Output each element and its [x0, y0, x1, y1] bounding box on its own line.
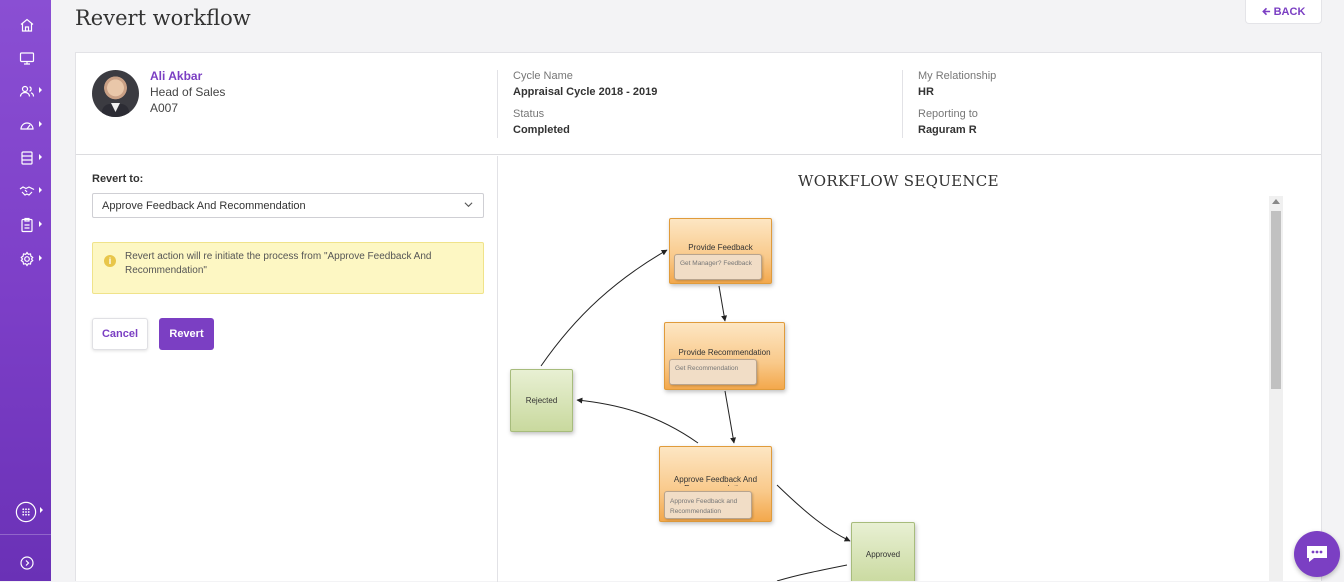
relationship-label: My Relationship: [918, 70, 997, 82]
avatar: [92, 70, 139, 117]
reporting-to-value: Raguram R: [918, 124, 977, 136]
revert-to-label: Revert to:: [92, 173, 144, 185]
dashboard-icon[interactable]: [14, 114, 42, 136]
home-icon[interactable]: [14, 14, 40, 36]
clipboard-icon[interactable]: [14, 214, 42, 236]
users-icon[interactable]: [14, 80, 42, 102]
node-subtask: Get Manager? Feedback: [674, 254, 762, 280]
divider: [497, 70, 498, 138]
document-stack-icon[interactable]: [14, 147, 42, 169]
monitor-icon[interactable]: [14, 47, 40, 69]
chevron-down-icon: [464, 202, 473, 208]
workflow-node-rejected[interactable]: Rejected: [510, 369, 573, 432]
page-title: Revert workflow: [75, 6, 251, 30]
revert-button[interactable]: Revert: [159, 318, 214, 350]
node-subtask: Approve Feedback and Recommendation: [664, 491, 752, 519]
node-title: Provide Recommendation: [678, 348, 771, 357]
cancel-button[interactable]: Cancel: [92, 318, 148, 350]
alert-text: Revert action will re initiate the proce…: [125, 251, 432, 276]
apps-grid-icon[interactable]: [13, 500, 43, 524]
employee-id: A007: [150, 101, 179, 115]
revert-warning-alert: i Revert action will re initiate the pro…: [92, 242, 484, 294]
employee-name[interactable]: Ali Akbar: [150, 69, 202, 83]
workflow-node-provide-feedback[interactable]: Provide Feedback Get Manager? Feedback: [669, 218, 772, 284]
workflow-node-approve-feedback[interactable]: Approve Feedback And Recommendation Appr…: [659, 446, 772, 522]
workflow-title: WORKFLOW SEQUENCE: [798, 172, 999, 190]
employee-info-row: Ali Akbar Head of Sales A007 Cycle Name …: [76, 53, 1321, 155]
cycle-name-label: Cycle Name: [513, 70, 573, 82]
node-subtask: Get Recommendation: [669, 359, 757, 385]
workflow-node-approved[interactable]: Approved: [851, 522, 915, 581]
workflow-node-provide-recommendation[interactable]: Provide Recommendation Get Recommendatio…: [664, 322, 785, 390]
expand-chevron-icon[interactable]: [14, 552, 40, 574]
arrow-left-icon: [1261, 7, 1270, 16]
workflow-scrollbar-thumb[interactable]: [1271, 211, 1281, 389]
workflow-diagram: Provide Feedback Get Manager? Feedback P…: [497, 194, 1282, 581]
status-value: Completed: [513, 124, 570, 136]
reporting-to-label: Reporting to: [918, 108, 978, 120]
chat-bubble-icon: [1307, 546, 1327, 562]
revert-to-selected-value: Approve Feedback And Recommendation: [102, 199, 306, 212]
status-label: Status: [513, 108, 545, 120]
divider: [902, 70, 903, 138]
node-title: Approve Feedback And Recommendation: [673, 475, 758, 486]
employee-role: Head of Sales: [150, 85, 226, 99]
node-title: Provide Feedback: [688, 243, 753, 252]
settings-icon[interactable]: [14, 248, 42, 270]
revert-to-select[interactable]: Approve Feedback And Recommendation: [92, 193, 484, 218]
chat-button[interactable]: [1294, 531, 1340, 577]
sidebar: [0, 0, 51, 581]
back-button[interactable]: BACK: [1245, 0, 1322, 24]
cycle-name-value: Appraisal Cycle 2018 - 2019: [513, 86, 658, 98]
handshake-icon[interactable]: [14, 180, 42, 202]
relationship-value: HR: [918, 86, 934, 98]
info-icon: i: [104, 255, 116, 267]
back-label: BACK: [1273, 5, 1306, 18]
scroll-up-arrow-icon[interactable]: [1272, 199, 1280, 204]
